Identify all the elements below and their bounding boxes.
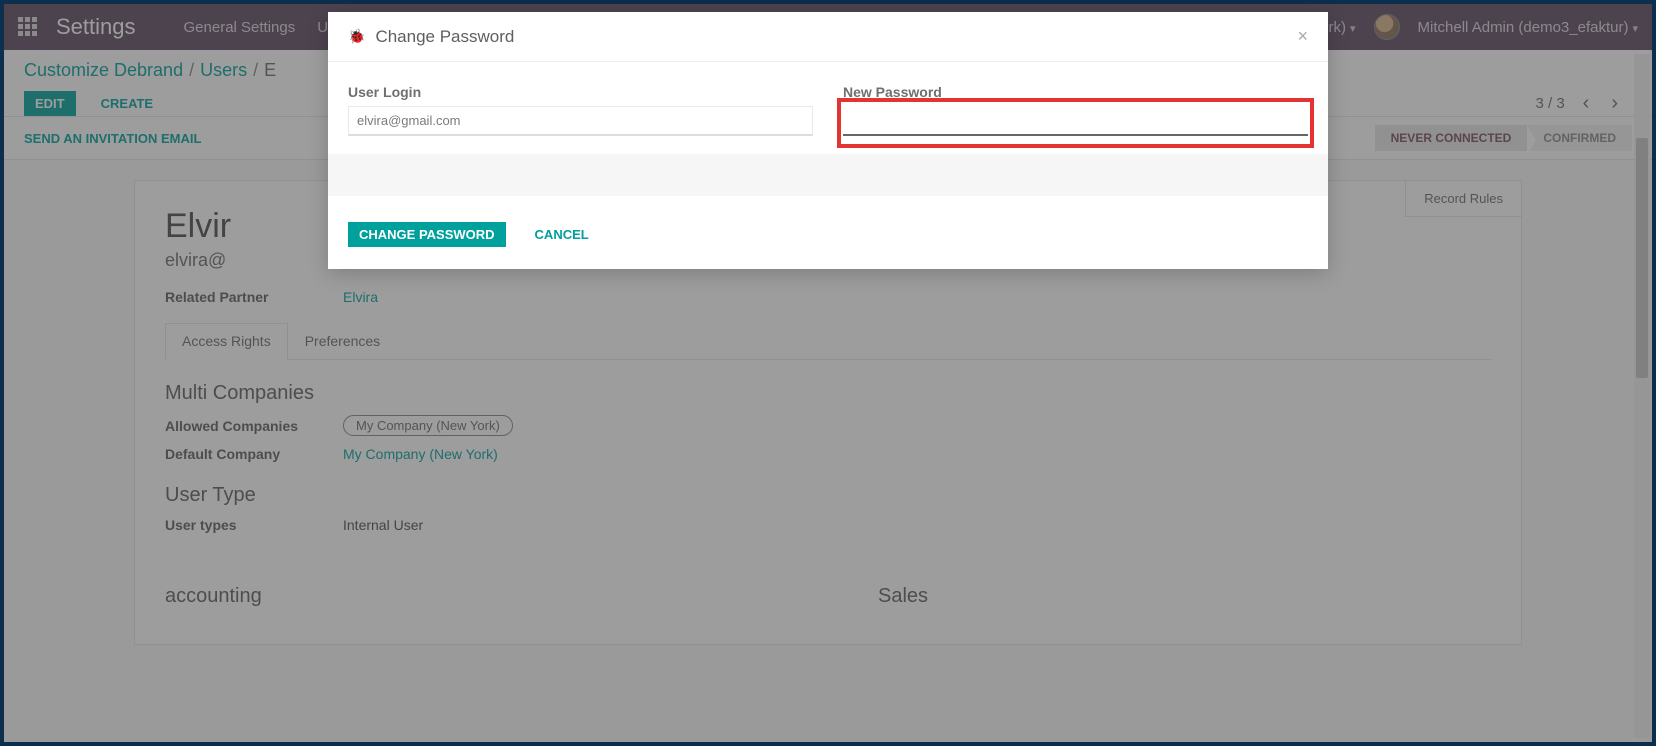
cancel-button[interactable]: CANCEL (524, 222, 600, 247)
user-login-value: elvira@gmail.com (348, 106, 813, 136)
close-icon[interactable]: × (1297, 26, 1308, 47)
new-password-label: New Password (843, 84, 1308, 100)
new-password-input[interactable] (843, 106, 1308, 136)
modal-overlay: 🐞 Change Password × User Login elvira@gm… (4, 4, 1652, 742)
change-password-button[interactable]: CHANGE PASSWORD (348, 222, 506, 247)
user-login-label: User Login (348, 84, 813, 100)
change-password-dialog: 🐞 Change Password × User Login elvira@gm… (328, 12, 1328, 269)
dialog-title: Change Password (375, 27, 514, 47)
dialog-strip (328, 154, 1328, 196)
bug-icon[interactable]: 🐞 (348, 28, 365, 45)
